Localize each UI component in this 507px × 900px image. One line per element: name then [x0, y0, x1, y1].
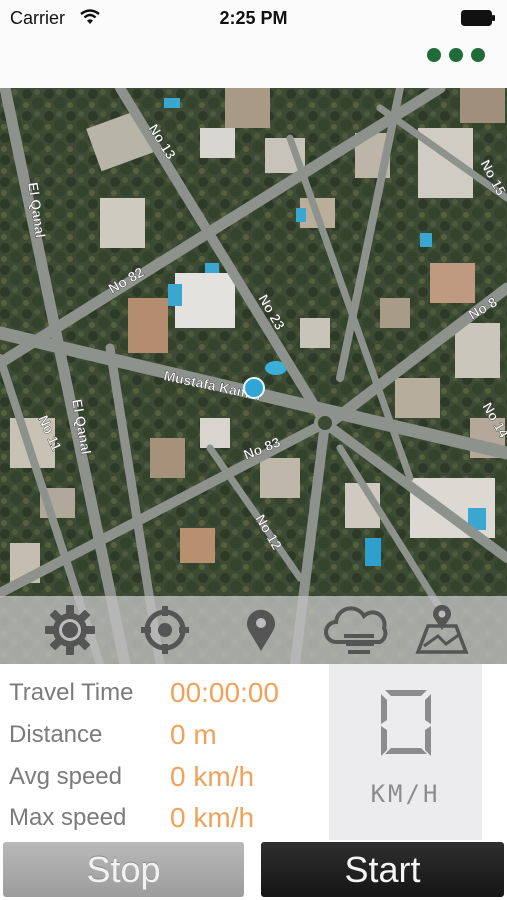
- battery-icon: [461, 10, 495, 26]
- gear-icon: [45, 605, 95, 655]
- pin-button[interactable]: [233, 604, 289, 656]
- speedometer-panel: 0 KM/H: [329, 664, 482, 840]
- distance-value: 0 m: [170, 719, 217, 750]
- max-speed-value: 0 km/h: [170, 802, 255, 833]
- map-toolbar: [0, 596, 507, 664]
- roundabout: [314, 412, 336, 434]
- route-button[interactable]: [414, 604, 470, 656]
- start-button[interactable]: Start: [261, 842, 504, 897]
- distance-label: Distance: [9, 721, 103, 748]
- speed-unit-label: KM/H: [370, 780, 441, 808]
- crosshair-icon: [141, 606, 189, 654]
- map-route-icon: [415, 604, 469, 654]
- speed-digit: 0: [381, 690, 431, 756]
- more-dots-icon: [471, 48, 485, 62]
- travel-time-label: Travel Time: [9, 679, 134, 706]
- clock: 2:25 PM: [219, 8, 288, 28]
- avg-speed-label: Avg speed: [9, 763, 122, 790]
- avg-speed-value: 0 km/h: [170, 761, 255, 792]
- more-dots-icon: [449, 48, 463, 62]
- more-options-button[interactable]: [427, 48, 485, 62]
- map-pin-icon: [247, 609, 275, 651]
- stop-button[interactable]: Stop: [3, 842, 244, 897]
- weather-button[interactable]: [322, 604, 392, 656]
- satellite-map[interactable]: No 13 El Qanal No 82 No 23 Mustafa Kamel…: [0, 88, 507, 664]
- control-bar: Stop Start: [0, 840, 507, 900]
- more-dots-icon: [427, 48, 441, 62]
- cloud-icon: [324, 606, 388, 654]
- navigation-bar: [0, 38, 507, 88]
- settings-button[interactable]: [42, 604, 98, 656]
- max-speed-label: Max speed: [9, 804, 127, 831]
- travel-time-value: 00:00:00: [170, 677, 279, 708]
- status-bar: Carrier 2:25 PM: [0, 0, 507, 38]
- locate-button[interactable]: [137, 604, 193, 656]
- location-marker-icon: [243, 377, 265, 399]
